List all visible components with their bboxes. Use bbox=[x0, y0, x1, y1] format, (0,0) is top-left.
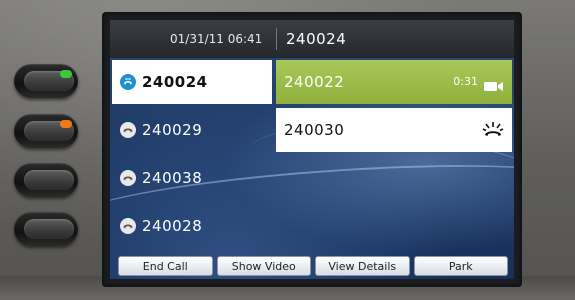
phone-screen: 01/31/11 06:41 240024 240024 240029 2400… bbox=[110, 20, 514, 279]
phone-handset-icon bbox=[120, 170, 136, 186]
status-header: 01/31/11 06:41 240024 bbox=[110, 20, 514, 58]
line-key-2[interactable] bbox=[14, 114, 78, 148]
softkey-bar: End Call Show Video View Details Park bbox=[118, 256, 508, 278]
line-key-3[interactable] bbox=[14, 163, 78, 197]
line-label: 240028 bbox=[142, 217, 203, 235]
ringing-icon bbox=[482, 120, 504, 140]
end-call-button[interactable]: End Call bbox=[118, 256, 213, 276]
video-camera-icon bbox=[484, 77, 504, 91]
line-label: 240038 bbox=[142, 169, 203, 187]
line-item-240028[interactable]: 240028 bbox=[112, 204, 272, 248]
line-key-4-cap bbox=[24, 219, 74, 239]
call-session-240022[interactable]: 240022 0:31 bbox=[276, 60, 512, 104]
line-label: 240029 bbox=[142, 121, 203, 139]
date-time: 01/31/11 06:41 bbox=[170, 32, 263, 46]
call-session-240030[interactable]: 240030 bbox=[276, 108, 512, 152]
line-item-240024[interactable]: 240024 bbox=[112, 60, 272, 104]
call-number: 240030 bbox=[284, 121, 345, 139]
line-key-4[interactable] bbox=[14, 212, 78, 246]
header-line-number: 240024 bbox=[286, 30, 347, 48]
header-divider bbox=[276, 28, 277, 50]
line-key-2-led-orange bbox=[60, 120, 72, 128]
line-item-240029[interactable]: 240029 bbox=[112, 108, 272, 152]
park-button[interactable]: Park bbox=[413, 256, 508, 276]
line-item-240038[interactable]: 240038 bbox=[112, 156, 272, 200]
phone-handset-icon bbox=[120, 218, 136, 234]
phone-handset-icon bbox=[120, 122, 136, 138]
line-key-1[interactable] bbox=[14, 64, 78, 98]
line-label: 240024 bbox=[142, 73, 208, 91]
line-key-1-led-green bbox=[60, 70, 72, 78]
show-video-button[interactable]: Show Video bbox=[216, 256, 311, 276]
call-number: 240022 bbox=[284, 73, 345, 91]
view-details-button[interactable]: View Details bbox=[315, 256, 410, 276]
line-key-3-cap bbox=[24, 170, 74, 190]
call-timer: 0:31 bbox=[453, 75, 478, 88]
phone-handset-active-icon bbox=[120, 74, 136, 90]
